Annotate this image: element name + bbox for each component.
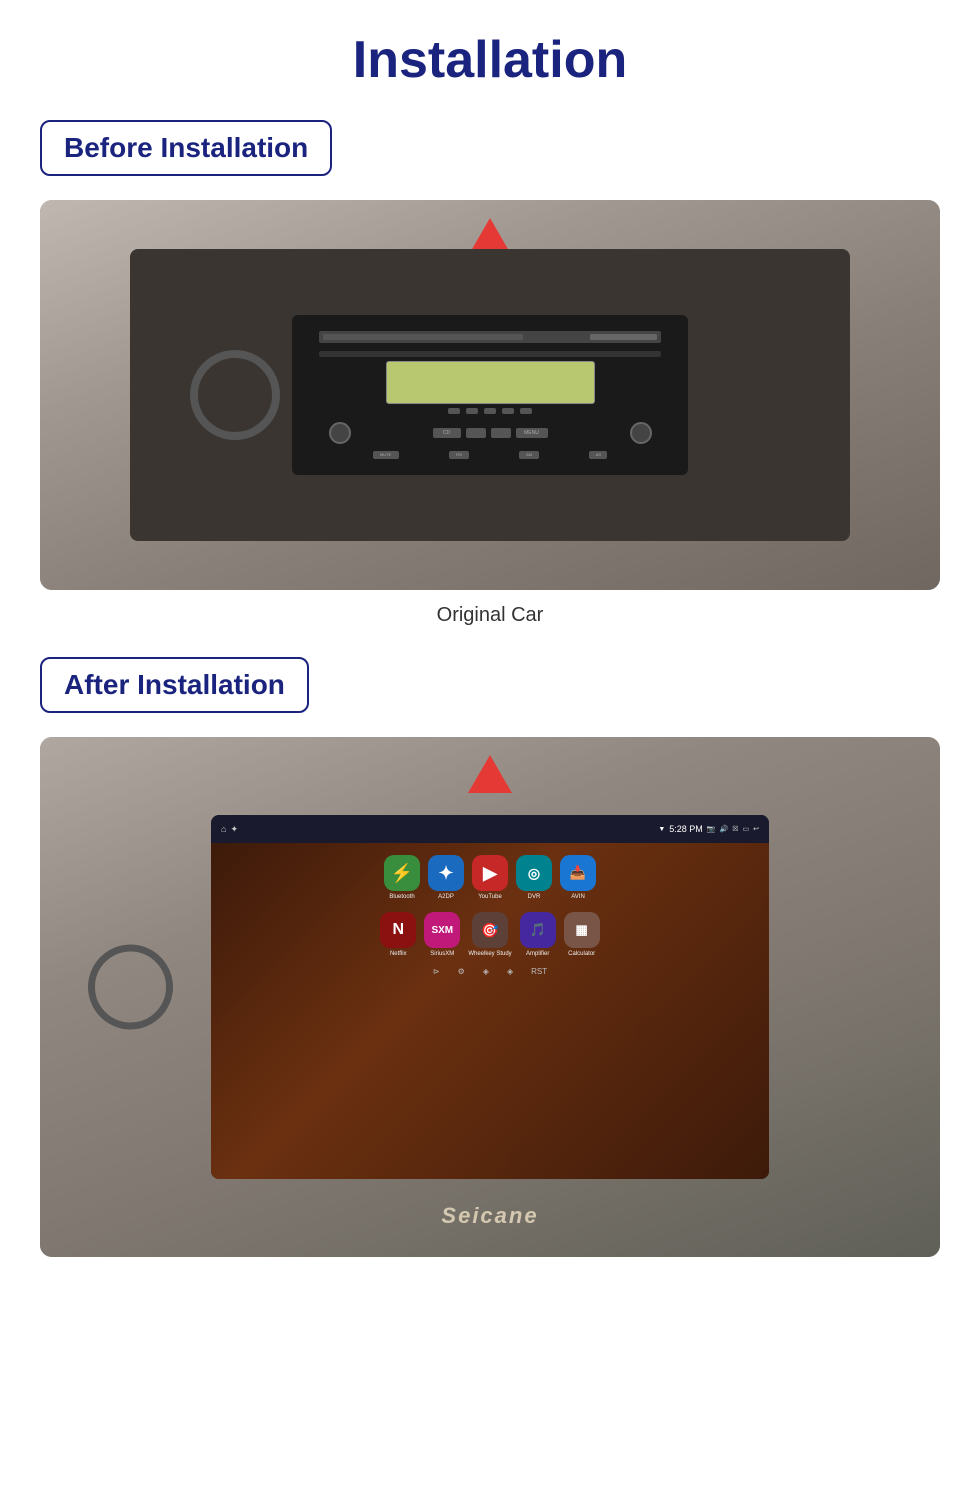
app-netflix[interactable]: N Netflix [380, 912, 416, 957]
apps-row-2: N Netflix SXM SiriusXM 🎯 Wheelkey Study … [217, 906, 763, 963]
app-a2dp[interactable]: ✦ A2DP [428, 855, 464, 900]
app-amplifier[interactable]: 🎵 Amplifier [520, 912, 556, 957]
app-calculator[interactable]: ▦ Calculator [564, 912, 600, 957]
android-head-unit: ⌂ ✦ ▼ 5:28 PM 📷 🔊 ☒ ▭ ↩ ⚡ [211, 815, 769, 1179]
before-installation-image: CD MENU MUTE FM AM AS [40, 200, 940, 590]
page-title: Installation [40, 20, 940, 90]
after-installation-badge: After Installation [40, 657, 309, 713]
apps-row-1: ⚡ Bluetooth ✦ A2DP ▶ YouTube ◎ DVR [217, 849, 763, 906]
app-siriusxm[interactable]: SXM SiriusXM [424, 912, 460, 957]
app-youtube[interactable]: ▶ YouTube [472, 855, 508, 900]
app-bluetooth[interactable]: ⚡ Bluetooth [384, 855, 420, 900]
app-dvr[interactable]: ◎ DVR [516, 855, 552, 900]
app-wheelkey-study[interactable]: 🎯 Wheelkey Study [468, 912, 511, 957]
after-installation-image: ⌂ ✦ ▼ 5:28 PM 📷 🔊 ☒ ▭ ↩ ⚡ [40, 737, 940, 1257]
dashboard-before: CD MENU MUTE FM AM AS [130, 249, 850, 542]
status-bar: ⌂ ✦ ▼ 5:28 PM 📷 🔊 ☒ ▭ ↩ [211, 815, 769, 843]
before-installation-badge: Before Installation [40, 120, 332, 176]
app-avin[interactable]: 📥 AVIN [560, 855, 596, 900]
seicane-brand: Seicane [441, 1203, 538, 1229]
before-caption: Original Car [40, 604, 940, 627]
hazard-light-after [468, 755, 512, 793]
